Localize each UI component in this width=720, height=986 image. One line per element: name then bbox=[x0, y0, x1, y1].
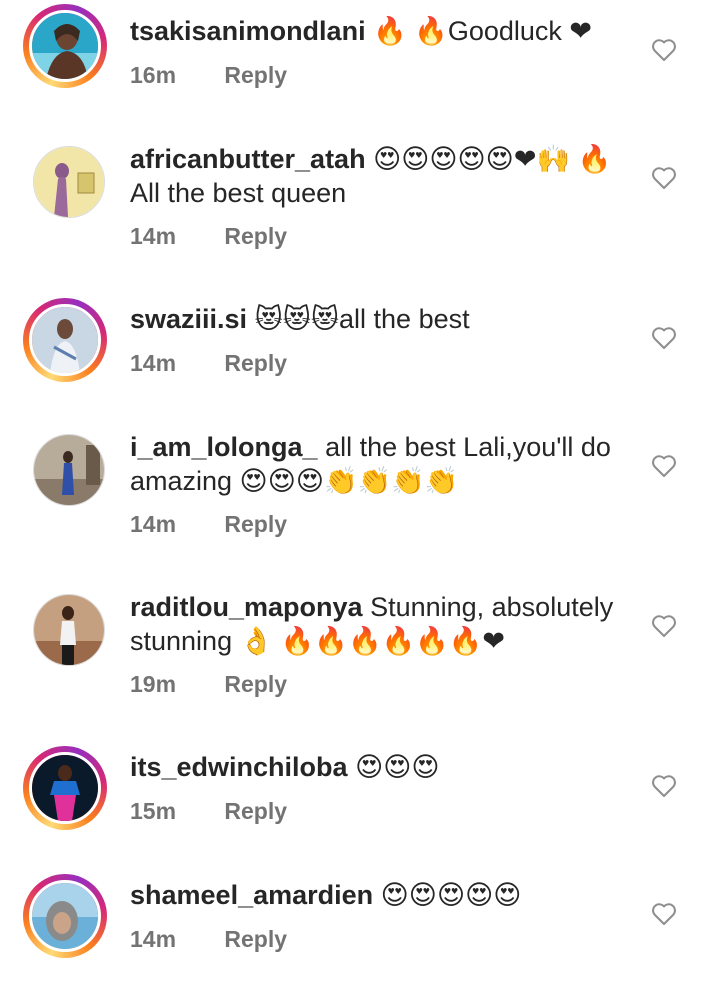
comment-body: swaziii.si 😻😻😻all the best bbox=[130, 302, 630, 336]
comment-timestamp: 14m bbox=[130, 350, 177, 376]
avatar-story-ring[interactable] bbox=[23, 4, 107, 88]
comment-body: i_am_lolonga_ all the best Lali,you'll d… bbox=[130, 430, 630, 498]
comment-timestamp: 16m bbox=[130, 62, 177, 88]
heart-outline-icon[interactable] bbox=[651, 166, 677, 190]
reply-button[interactable]: Reply bbox=[224, 62, 287, 88]
comment-meta: 16m Reply bbox=[130, 62, 287, 89]
comment-meta: 14m Reply bbox=[130, 350, 287, 377]
comment-body: raditlou_maponya Stunning, absolutely st… bbox=[130, 590, 630, 658]
comment-timestamp: 14m bbox=[130, 511, 177, 537]
reply-button[interactable]: Reply bbox=[224, 926, 287, 952]
heart-outline-icon[interactable] bbox=[651, 326, 677, 350]
avatar-story-ring[interactable] bbox=[23, 298, 107, 382]
comment-username[interactable]: i_am_lolonga_ bbox=[130, 432, 318, 462]
reply-button[interactable]: Reply bbox=[224, 511, 287, 537]
avatar[interactable] bbox=[29, 752, 101, 824]
comment-username[interactable]: swaziii.si bbox=[130, 304, 247, 334]
avatar[interactable] bbox=[33, 146, 105, 218]
avatar[interactable] bbox=[33, 434, 105, 506]
comment-body: africanbutter_atah 😍😍😍😍😍❤🙌 🔥All the best… bbox=[130, 142, 630, 210]
comment-body: its_edwinchiloba 😍😍😍 bbox=[130, 750, 630, 784]
comment-meta: 14m Reply bbox=[130, 926, 287, 953]
avatar[interactable] bbox=[33, 594, 105, 666]
comment-timestamp: 14m bbox=[130, 223, 177, 249]
heart-outline-icon[interactable] bbox=[651, 902, 677, 926]
comment-timestamp: 19m bbox=[130, 671, 177, 697]
comment-timestamp: 15m bbox=[130, 798, 177, 824]
comment-text: 😻😻😻all the best bbox=[254, 304, 470, 334]
comment-meta: 15m Reply bbox=[130, 798, 287, 825]
avatar-story-ring[interactable] bbox=[23, 874, 107, 958]
reply-button[interactable]: Reply bbox=[224, 798, 287, 824]
comment-username[interactable]: its_edwinchiloba bbox=[130, 752, 348, 782]
heart-outline-icon[interactable] bbox=[651, 774, 677, 798]
comment-username[interactable]: tsakisanimondlani bbox=[130, 16, 366, 46]
comment-text: 😍😍😍 bbox=[355, 752, 440, 782]
heart-outline-icon[interactable] bbox=[651, 454, 677, 478]
reply-button[interactable]: Reply bbox=[224, 350, 287, 376]
comment-body: shameel_amardien 😍😍😍😍😍 bbox=[130, 878, 630, 912]
heart-outline-icon[interactable] bbox=[651, 614, 677, 638]
reply-button[interactable]: Reply bbox=[224, 671, 287, 697]
comment-meta: 19m Reply bbox=[130, 671, 287, 698]
comment-username[interactable]: africanbutter_atah bbox=[130, 144, 366, 174]
comment-timestamp: 14m bbox=[130, 926, 177, 952]
heart-outline-icon[interactable] bbox=[651, 38, 677, 62]
reply-button[interactable]: Reply bbox=[224, 223, 287, 249]
comment-body: tsakisanimondlani 🔥 🔥Goodluck ❤ bbox=[130, 14, 630, 48]
avatar-story-ring[interactable] bbox=[23, 746, 107, 830]
avatar[interactable] bbox=[29, 880, 101, 952]
comment-meta: 14m Reply bbox=[130, 511, 287, 538]
avatar[interactable] bbox=[29, 10, 101, 82]
avatar[interactable] bbox=[29, 304, 101, 376]
comment-username[interactable]: raditlou_maponya bbox=[130, 592, 363, 622]
comment-username[interactable]: shameel_amardien bbox=[130, 880, 373, 910]
comment-text: 🔥 🔥Goodluck ❤ bbox=[373, 16, 593, 46]
comment-meta: 14m Reply bbox=[130, 223, 287, 250]
comment-text: 😍😍😍😍😍 bbox=[380, 880, 522, 910]
